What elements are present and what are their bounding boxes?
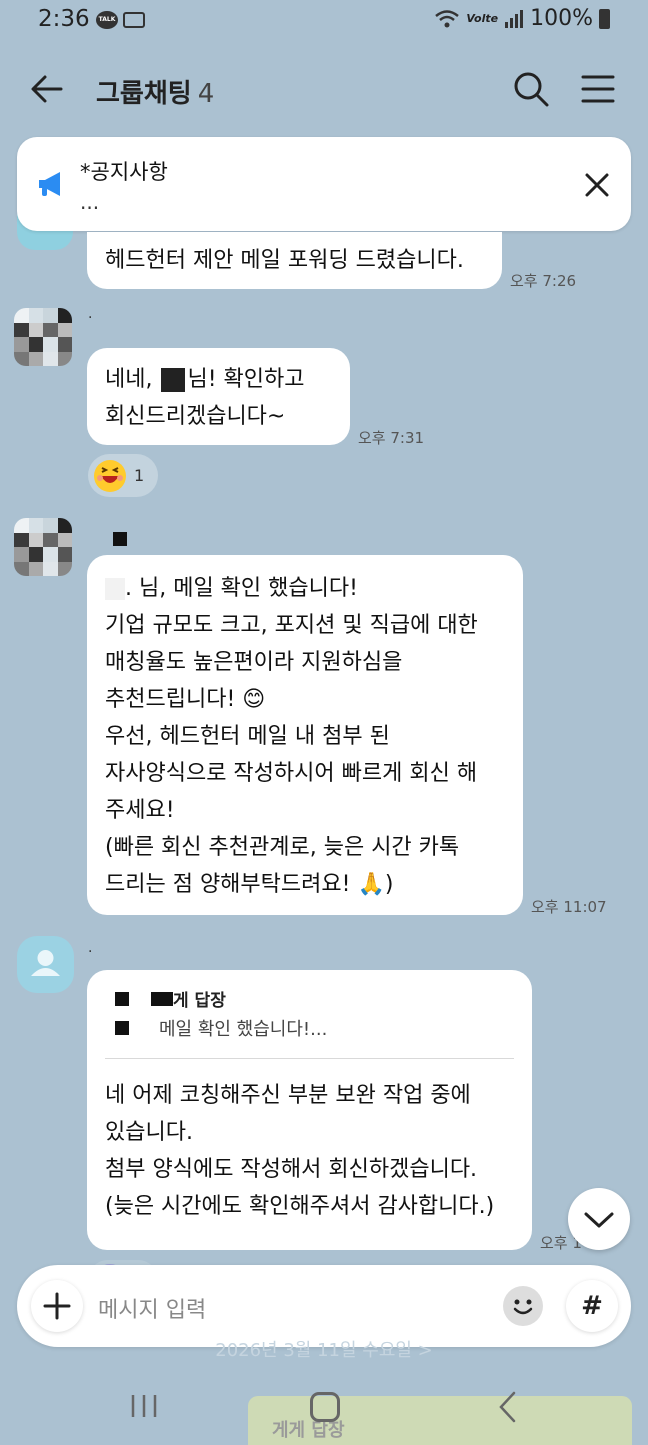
message-line: 네네, 님! 확인하고 (105, 367, 305, 392)
member-count: 4 (197, 79, 215, 109)
plus-icon (43, 1292, 71, 1320)
message-bubble[interactable]: 네네, 님! 확인하고 회신드리겠습니다~ (87, 348, 350, 445)
redacted-block (115, 1021, 129, 1035)
status-right: Volte 100% (434, 6, 610, 31)
message-line: 자사양식으로 작성하시어 빠르게 회신 해 (105, 761, 478, 786)
avatar[interactable] (17, 936, 74, 993)
notice-title: *공지사항 (80, 160, 168, 184)
reply-header: 게 답장 (105, 988, 514, 1014)
message-time: 오후 7:26 (510, 272, 577, 290)
reply-quote: 메일 확인 했습니다!... (105, 1014, 514, 1046)
volte-indicator: Volte (466, 12, 499, 25)
kakaotalk-notification-icon: TALK (96, 11, 118, 29)
message-time: 오후 11:07 (531, 898, 607, 916)
recent-apps-icon[interactable] (130, 1393, 158, 1419)
redacted-block (115, 992, 129, 1006)
wifi-icon (435, 9, 460, 27)
avatar[interactable] (14, 518, 72, 576)
smiley-icon (513, 1299, 533, 1315)
chevron-down-icon (584, 1212, 614, 1228)
status-time: 2:36 (38, 6, 90, 32)
redacted-block (105, 578, 125, 600)
back-arrow-icon[interactable] (28, 70, 66, 108)
message-line: 매칭율도 높은편이라 지원하심을 (105, 650, 403, 675)
date-divider: 2026년 3월 11일 수요일 > (215, 1340, 433, 1361)
notice-body: ... (80, 190, 100, 214)
reaction-count: 1 (134, 466, 145, 485)
message-line: . 님, 메일 확인 했습니다! (105, 570, 505, 607)
chat-title: 그룹채팅 4 (96, 73, 214, 110)
message-line: 우선, 헤드헌터 메일 내 첨부 된 (105, 724, 390, 749)
battery-icon (599, 8, 610, 29)
reaction-badge[interactable]: 1 (88, 454, 158, 497)
message-line: 기업 규모도 크고, 포지션 및 직급에 대한 (105, 613, 478, 638)
message-line: 첨부 양식에도 작성해서 회신하겠습니다. (105, 1157, 478, 1182)
message-line: 추천드립니다! 😊 (105, 687, 266, 712)
message-line: (빠른 회신 추천관계로, 늦은 시간 카톡 (105, 835, 460, 860)
home-icon[interactable] (310, 1392, 340, 1422)
search-icon[interactable] (512, 70, 550, 108)
megaphone-icon (39, 172, 60, 196)
sender-name: . (88, 306, 93, 322)
message-line: (늦은 시간에도 확인해주셔서 감사합니다.) (105, 1194, 495, 1219)
redacted-block (151, 992, 173, 1006)
message-bubble[interactable]: . 님, 메일 확인 했습니다! 기업 규모도 크고, 포지션 및 직급에 대한… (87, 555, 523, 915)
message-line: 드리는 점 양해부탁드려요! 🙏) (105, 872, 394, 897)
message-text: 헤드헌터 제안 메일 포워딩 드렸습니다. (105, 248, 464, 273)
laughing-emoji-icon (94, 459, 126, 492)
scroll-to-bottom-button[interactable] (568, 1188, 630, 1250)
status-bar: 2:36 TALK Volte 100% (0, 0, 648, 42)
attach-button[interactable] (31, 1280, 83, 1332)
default-user-icon (31, 950, 60, 976)
voicemail-icon (123, 12, 145, 28)
message-input[interactable]: 메시지 입력 (98, 1292, 206, 1324)
nav-back-icon[interactable] (496, 1390, 520, 1424)
message-bubble[interactable]: 게 답장 메일 확인 했습니다!... 네 어제 코칭해주신 부분 보완 작업 … (87, 970, 532, 1250)
message-line: 회신드리겠습니다~ (105, 404, 286, 429)
close-icon[interactable] (582, 170, 612, 200)
sender-name: . (88, 940, 93, 956)
menu-icon[interactable] (580, 72, 616, 106)
signal-icon (505, 9, 524, 28)
chat-name: 그룹채팅 (96, 79, 192, 109)
emoji-button[interactable] (503, 1286, 543, 1326)
message-line: 주세요! (105, 798, 175, 823)
hashtag-button[interactable]: # (566, 1280, 618, 1332)
battery-percent: 100% (530, 6, 593, 31)
redacted-sender (113, 532, 127, 546)
message-line: 네 어제 코칭해주신 부분 보완 작업 중에 (105, 1083, 471, 1108)
avatar[interactable] (14, 308, 72, 366)
message-time: 오후 7:31 (358, 429, 425, 447)
message-line: 있습니다. (105, 1120, 193, 1145)
redacted-block (161, 368, 186, 392)
message-bubble[interactable]: 헤드헌터 제안 메일 포워딩 드렸습니다. (87, 232, 502, 289)
reply-divider (105, 1058, 514, 1059)
